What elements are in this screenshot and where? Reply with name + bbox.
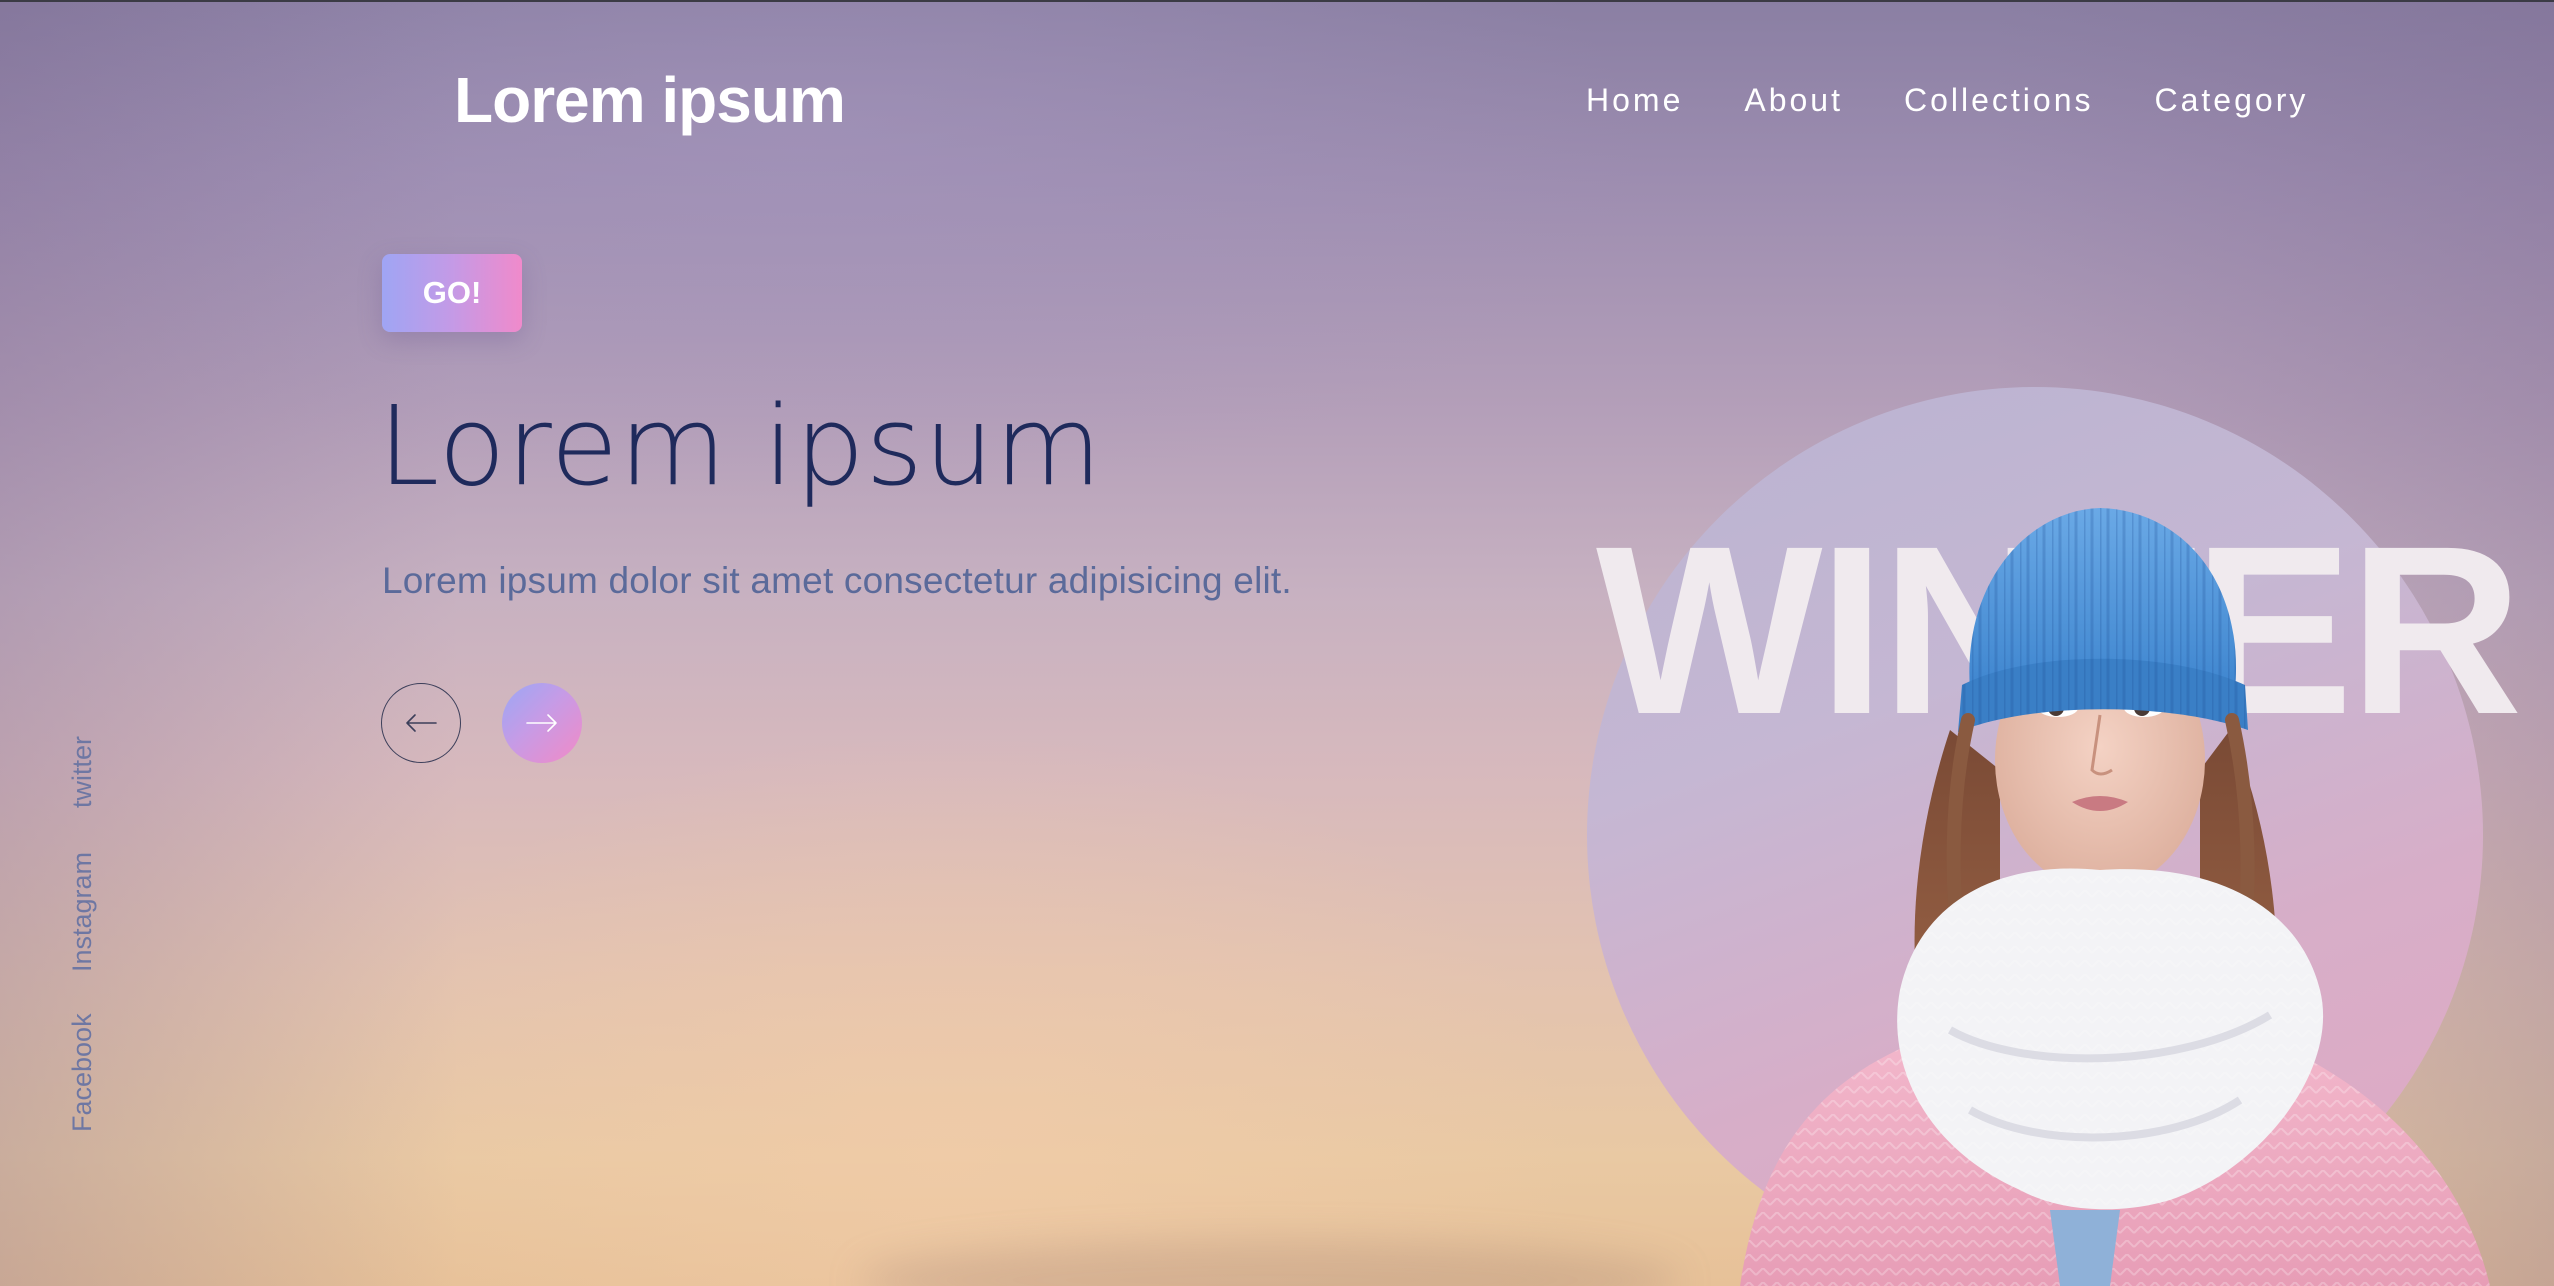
nav-about[interactable]: About [1744,76,1843,124]
next-slide-button[interactable] [502,683,582,763]
hero-title-text: Lorem ipsum [378,382,1103,510]
arrow-right-icon [526,714,557,732]
nav-home[interactable]: Home [1586,76,1683,124]
social-twitter-link[interactable]: twitter [66,736,98,808]
main-nav: Home About Collections Category [1586,76,2308,124]
social-instagram-link[interactable]: Instagram [66,852,98,972]
prev-slide-button[interactable] [381,683,461,763]
arrow-left-icon [406,714,437,732]
landing-page: Lorem ipsum Home About Collections Categ… [0,0,2554,1286]
window-top-border [0,0,2554,2]
social-facebook-link[interactable]: Facebook [66,1013,98,1132]
nav-collections[interactable]: Collections [1904,76,2094,124]
nav-category[interactable]: Category [2155,76,2309,124]
hero-title: Lorem ipsum [378,376,1103,516]
hero-subtitle: Lorem ipsum dolor sit amet consectetur a… [382,560,1292,601]
woman-in-winter-hat-photo [1740,508,2490,1286]
go-button[interactable]: GO! [382,254,522,332]
bottom-shadow [860,1240,1680,1286]
site-logo[interactable]: Lorem ipsum [454,62,846,138]
